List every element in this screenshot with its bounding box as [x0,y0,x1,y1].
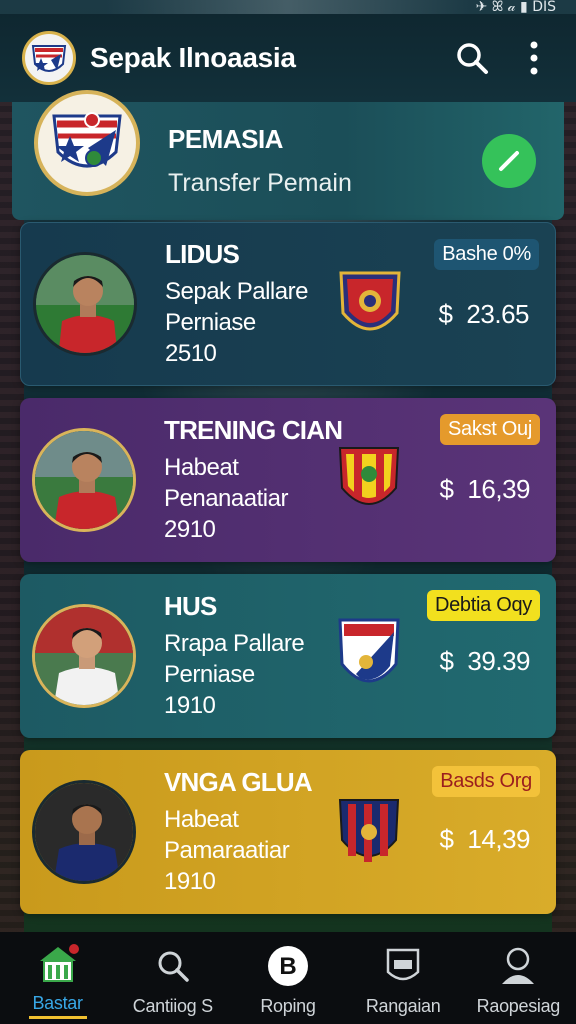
player-price: $23.65 [438,299,529,330]
club-crest-icon [34,90,140,196]
nav-item-rangaian[interactable]: Rangaian [347,944,459,1017]
price-value: 23.65 [466,299,529,329]
player-name: VNGA GLUA [164,767,313,797]
player-info: TRENING CIAN Habeat Penanaatiar 2910 [164,415,344,545]
player-position: Perniase [164,661,255,688]
nav-item-roping[interactable]: B Roping [232,944,344,1017]
nav-label: Cantiiog S [132,995,213,1016]
player-year: 1910 [164,868,216,895]
check-icon[interactable] [482,134,536,188]
player-list: LIDUS Sepak Pallare Perniase 2510 Bashe … [20,222,556,926]
header-title: PEMASIA [168,124,283,154]
currency-symbol: $ [439,824,454,854]
app-title: Sepak Ilnoaasia [90,42,296,73]
player-year: 1910 [164,692,216,719]
active-indicator [28,1016,87,1019]
team-crest-icon [337,267,403,345]
search-icon [151,944,195,988]
nav-label: Raopesiag [476,995,561,1016]
player-club: Rrapa Pallare [164,630,305,657]
b-circle-icon: B [266,944,310,988]
search-icon[interactable] [452,38,492,78]
bottom-nav: Bastar Cantiiog S B Roping Rangaian Raop… [0,932,576,1024]
player-price: $16,39 [439,474,530,505]
price-value: 16,39 [467,474,530,504]
player-avatar [32,780,136,884]
nav-label: Bastar [32,993,83,1013]
price-value: 39.39 [467,646,530,676]
player-info: LIDUS Sepak Pallare Perniase 2510 [165,239,345,369]
nav-label: Rangaian [365,995,441,1016]
player-name: LIDUS [165,239,240,269]
nav-item-home[interactable]: Bastar [2,941,114,1019]
status-text: ✈ ꕤ 𝒶 ▮ DIS [475,0,556,15]
status-bar: ✈ ꕤ 𝒶 ▮ DIS [0,0,576,15]
player-avatar [32,604,136,708]
player-price: $39.39 [439,646,530,677]
app-logo [22,31,76,85]
nav-item-search[interactable]: Cantiiog S [117,944,229,1017]
currency-symbol: $ [439,474,454,504]
player-club: Habeat [164,806,239,833]
status-badge: Debtia Oqy [426,590,540,621]
svg-text:B: B [279,953,296,980]
status-badge: Sakst Ouj [440,414,540,445]
player-name: HUS [164,591,217,621]
player-card[interactable]: HUS Rrapa Pallare Perniase 1910 Debtia O… [20,574,556,738]
player-position: Penanaatiar [164,485,288,512]
profile-icon [496,944,540,988]
player-card[interactable]: LIDUS Sepak Pallare Perniase 2510 Bashe … [20,222,556,386]
player-name: TRENING CIAN [164,415,343,445]
player-avatar [32,428,136,532]
player-card[interactable]: VNGA GLUA Habeat Pamaraatiar 1910 Basds … [20,750,556,914]
home-icon [36,941,80,985]
team-crest-icon [336,794,402,872]
player-price: $14,39 [439,824,530,855]
player-position: Pamaraatiar [164,837,290,864]
player-position: Perniase [165,309,256,336]
player-info: HUS Rrapa Pallare Perniase 1910 [164,591,344,721]
shield-icon [381,944,425,988]
header-text: PEMASIA Transfer Pemain [168,124,482,198]
header-subtitle: Transfer Pemain [168,169,352,197]
player-year: 2510 [165,340,217,367]
player-card[interactable]: TRENING CIAN Habeat Penanaatiar 2910 Sak… [20,398,556,562]
more-vert-icon[interactable] [514,38,554,78]
app-bar: Sepak Ilnoaasia [0,14,576,102]
team-crest-icon [336,442,402,520]
currency-symbol: $ [439,646,454,676]
transfer-header-card: PEMASIA Transfer Pemain [12,90,564,220]
player-year: 2910 [164,516,216,543]
player-club: Habeat [164,454,239,481]
nav-item-profile[interactable]: Raopesiag [462,944,574,1017]
team-crest-icon [336,614,402,692]
status-badge: Bashe 0% [434,239,539,270]
status-badge: Basds Org [432,766,540,797]
nav-label: Roping [260,995,316,1016]
player-club: Sepak Pallare [165,278,308,305]
currency-symbol: $ [438,299,453,329]
player-avatar [33,252,137,356]
price-value: 14,39 [467,824,530,854]
player-info: VNGA GLUA Habeat Pamaraatiar 1910 [164,767,344,897]
